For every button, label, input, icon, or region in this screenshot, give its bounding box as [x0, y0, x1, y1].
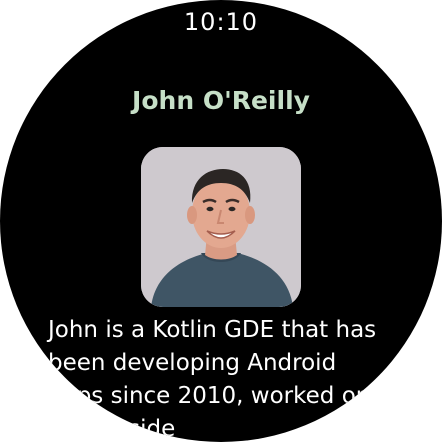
speaker-bio: John is a Kotlin GDE that has been devel… [48, 317, 377, 442]
watch-face[interactable]: 10:10 John O'Reilly John is a Kotlin GDE… [0, 0, 442, 442]
speaker-avatar [141, 147, 301, 307]
status-time: 10:10 [183, 8, 259, 36]
speaker-name: John O'Reilly [132, 86, 310, 115]
wear-screen: 10:10 John O'Reilly John is a Kotlin GDE… [0, 0, 442, 442]
speaker-photo-icon [141, 147, 301, 307]
